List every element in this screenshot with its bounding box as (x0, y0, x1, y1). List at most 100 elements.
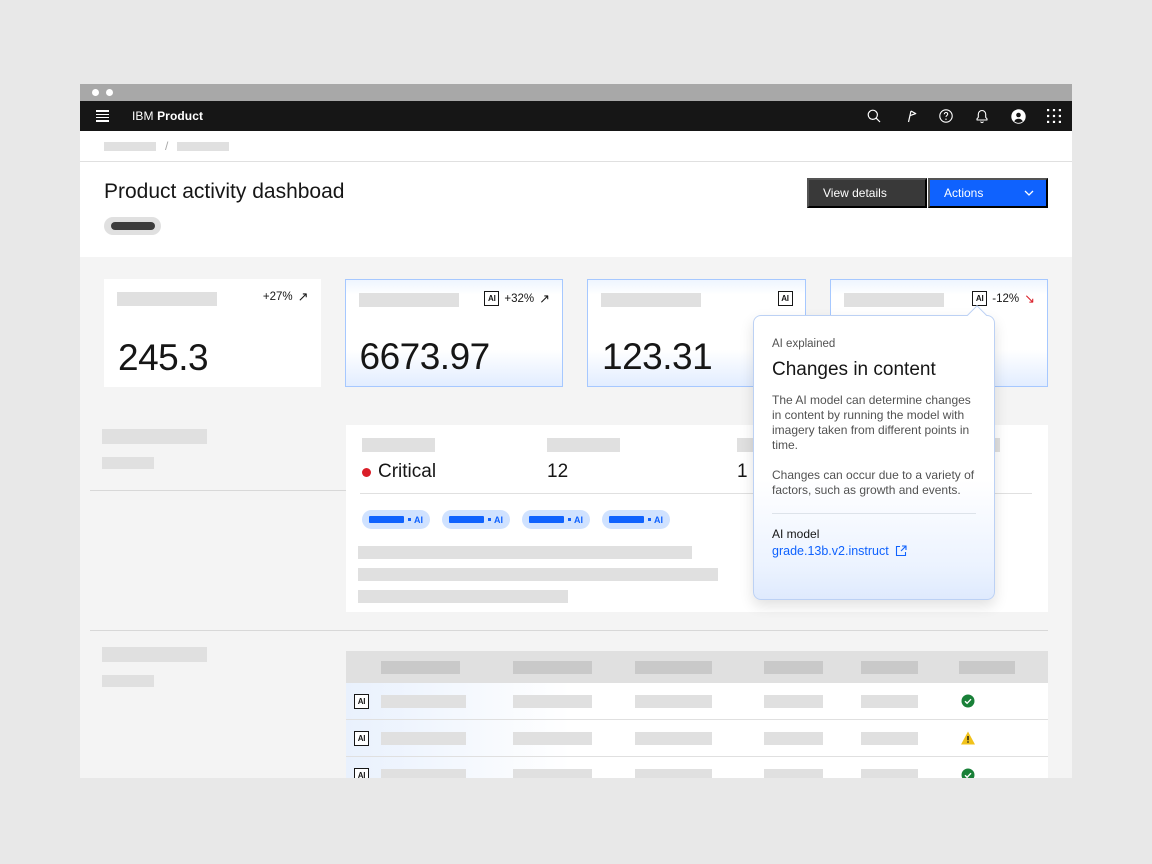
app-switcher-button[interactable] (1036, 101, 1072, 131)
search-button[interactable] (856, 101, 892, 131)
app-window: IBM Product / (80, 84, 1072, 778)
popover-kicker: AI explained (772, 338, 976, 350)
status-success-icon (960, 693, 976, 709)
account-button[interactable] (1000, 101, 1036, 131)
column-header-skeleton[interactable] (861, 661, 918, 674)
section-divider (90, 630, 1048, 631)
stat-value-text: 12 (547, 461, 568, 483)
card-title-skeleton (359, 293, 459, 307)
status-success-icon (960, 767, 976, 778)
app-header: IBM Product (80, 101, 1072, 131)
status-warning-icon (960, 730, 976, 746)
breadcrumb: / (80, 131, 1072, 162)
window-control-dot[interactable] (92, 89, 99, 96)
column-header-skeleton[interactable] (513, 661, 592, 674)
window-control-dot[interactable] (106, 89, 113, 96)
trend-value: +32% (504, 293, 534, 305)
pill-dot-icon (488, 518, 491, 521)
ai-label-badge[interactable]: AI (484, 291, 499, 306)
cell-skeleton (513, 769, 592, 778)
stat-label-skeleton (362, 438, 435, 452)
card-title-skeleton (844, 293, 944, 307)
trend-down-icon: ↘ (1024, 292, 1035, 305)
table-row[interactable]: AI (346, 683, 1048, 720)
text-skeleton-line (358, 546, 692, 559)
brand-name: Product (157, 109, 203, 123)
ai-explained-popover: AI explained Changes in content The AI m… (753, 315, 995, 600)
stat-value-text: 1 (737, 461, 748, 483)
column-header-skeleton[interactable] (381, 661, 460, 674)
metric-card-ai[interactable]: AI +32% ↗ 6673.97 (345, 279, 564, 387)
chevron-down-icon (1024, 190, 1034, 196)
cell-skeleton (381, 695, 466, 708)
popover-title: Changes in content (772, 359, 976, 381)
actions-button[interactable]: Actions (928, 178, 1048, 208)
ai-tag-pill[interactable]: AI (442, 510, 510, 529)
metric-value: 6673.97 (360, 336, 490, 378)
popover-paragraph: Changes can occur due to a variety of fa… (772, 468, 976, 498)
critical-severity-dot-icon (362, 468, 371, 477)
view-details-button[interactable]: View details (807, 178, 927, 208)
column-header-skeleton[interactable] (764, 661, 823, 674)
column-header-skeleton[interactable] (959, 661, 1015, 674)
ai-label-badge[interactable]: AI (354, 768, 369, 778)
cell-skeleton (764, 695, 823, 708)
column-header-skeleton[interactable] (635, 661, 712, 674)
wayfinding-icon (902, 108, 918, 124)
ai-label-badge[interactable]: AI (354, 731, 369, 746)
pill-ai-label: AI (654, 515, 663, 525)
pill-ai-label: AI (414, 515, 423, 525)
section-label-skeleton (102, 429, 207, 444)
text-skeleton-line (358, 590, 568, 603)
pill-dot-icon (408, 518, 411, 521)
metric-card[interactable]: +27% ↗ 245.3 (104, 279, 321, 387)
table-row[interactable]: AI (346, 757, 1048, 778)
cell-skeleton (635, 732, 712, 745)
cell-skeleton (764, 769, 823, 778)
ai-model-link[interactable]: grade.13b.v2.instruct (772, 544, 976, 558)
table-row[interactable]: AI (346, 720, 1048, 757)
pill-dot-icon (568, 518, 571, 521)
data-table: AI AI AI (346, 651, 1048, 778)
cell-skeleton (513, 732, 592, 745)
ai-model-link-text: grade.13b.v2.instruct (772, 544, 889, 558)
launch-icon (895, 545, 907, 557)
ai-tag-pill[interactable]: AI (602, 510, 670, 529)
ai-model-label: AI model (772, 527, 976, 541)
ai-label-badge[interactable]: AI (778, 291, 793, 306)
breadcrumb-skeleton[interactable] (177, 142, 229, 151)
breadcrumb-skeleton[interactable] (104, 142, 156, 151)
app-switcher-icon (1047, 109, 1061, 123)
card-title-skeleton (117, 292, 217, 306)
trend-value: +27% (263, 291, 293, 303)
help-button[interactable] (928, 101, 964, 131)
stat-critical: Critical (362, 438, 436, 483)
brand[interactable]: IBM Product (132, 109, 203, 123)
avatar-icon (1010, 108, 1027, 125)
stat-label-skeleton (547, 438, 620, 452)
pill-ai-label: AI (574, 515, 583, 525)
wayfinding-button[interactable] (892, 101, 928, 131)
popover-paragraph: The AI model can determine changes in co… (772, 393, 976, 453)
hamburger-icon (96, 110, 109, 122)
notifications-button[interactable] (964, 101, 1000, 131)
ai-label-badge[interactable]: AI (354, 694, 369, 709)
pill-skeleton-bar (369, 516, 404, 523)
cell-skeleton (381, 732, 466, 745)
hamburger-menu-button[interactable] (90, 101, 114, 131)
browser-title-bar (80, 84, 1072, 101)
ai-tag-pill[interactable]: AI (362, 510, 430, 529)
ai-label-badge[interactable]: AI (972, 291, 987, 306)
ai-pills-row: AI AI AI AI (362, 510, 670, 529)
pill-skeleton-bar (449, 516, 484, 523)
card-title-skeleton (601, 293, 701, 307)
search-icon (866, 108, 882, 124)
popover-divider (772, 513, 976, 514)
metric-value: 123.31 (602, 336, 712, 378)
breadcrumb-separator: / (165, 139, 168, 153)
ai-tag-pill[interactable]: AI (522, 510, 590, 529)
cell-skeleton (381, 769, 466, 778)
trend-up-icon: ↗ (539, 292, 550, 305)
cell-skeleton (861, 695, 918, 708)
stat-value-text: Critical (378, 461, 436, 483)
